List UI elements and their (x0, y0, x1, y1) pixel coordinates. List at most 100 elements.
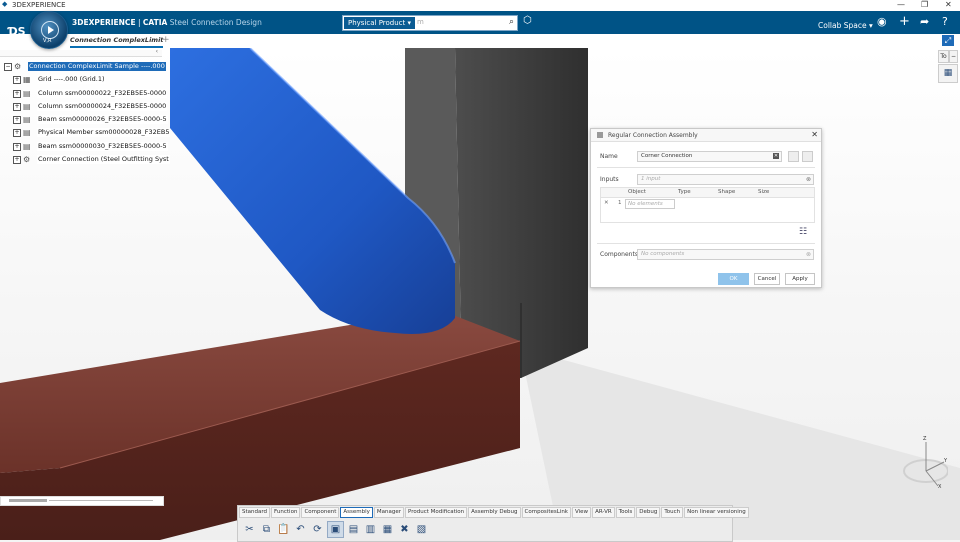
connection-tool-icon[interactable]: ▣ (327, 521, 344, 538)
table-header: Object Type Shape Size (601, 188, 814, 198)
share-icon[interactable]: ➦ (920, 15, 929, 28)
joint-tool-icon[interactable]: ▧ (414, 522, 429, 537)
scrollbar-track (49, 500, 153, 501)
scrollbar-thumb[interactable] (9, 499, 47, 502)
ok-button[interactable]: OK (718, 273, 749, 285)
expand-icon[interactable]: + (13, 142, 21, 151)
tab-tools[interactable]: Tools (615, 507, 636, 518)
plate-tool-icon[interactable]: ▦ (380, 522, 395, 537)
search-scope-dropdown[interactable]: Physical Product ▾ (344, 17, 416, 29)
action-bar: Standard Function Component Assembly Manager… (237, 505, 749, 542)
update-icon[interactable]: ⟳ (310, 522, 325, 537)
dialog-title-bar[interactable]: Regular Connection Assembly ✕ (591, 129, 821, 142)
tab-connection-complexlimit[interactable]: Connection ComplexLimit (70, 36, 164, 48)
edit-table-icon[interactable]: ☷ (799, 227, 807, 237)
expand-icon[interactable]: ⤢ (942, 35, 954, 46)
tag-icon[interactable]: ⬡ (523, 15, 532, 26)
tab-compositeslink[interactable]: CompositesLink (521, 507, 571, 518)
tab-function[interactable]: Function (271, 507, 301, 518)
tab-view[interactable]: View (572, 507, 592, 518)
tree-label-physical-member[interactable]: Physical Member ssm00000028_F32EB5 (37, 128, 171, 138)
table-row[interactable]: ✕ 1 No elements (601, 199, 814, 209)
expand-icon[interactable]: + (13, 76, 21, 85)
name-field-value: Corner Connection (641, 153, 693, 159)
tree-label-column-1[interactable]: Column ssm00000022_F32EB5E5-0000 (37, 88, 168, 98)
name-field[interactable]: Corner Connection ✕ (637, 151, 782, 162)
row-object-field[interactable]: No elements (625, 199, 675, 209)
tab-debug[interactable]: Debug (636, 507, 661, 518)
tab-manager[interactable]: Manager (373, 507, 404, 518)
col-shape: Shape (718, 189, 736, 195)
tab-ar-vr[interactable]: AR-VR (592, 507, 615, 518)
copy-icon[interactable]: ⧉ (259, 522, 274, 537)
add-icon[interactable]: + (899, 14, 910, 29)
tab-product-modification[interactable]: Product Modification (405, 507, 468, 518)
tab-bar: Connection ComplexLimit + ⤢ (0, 34, 960, 49)
axis-compass[interactable]: Z Y X (898, 436, 949, 490)
side-panel-tab[interactable]: To (938, 50, 949, 63)
dialog-close-icon[interactable]: ✕ (811, 130, 818, 139)
tree-label-root[interactable]: Connection ComplexLimit Sample ----.000 (28, 62, 166, 71)
copy-icon[interactable] (802, 151, 813, 162)
tree-collapse-bar[interactable]: ‹ (0, 48, 162, 57)
expand-icon[interactable]: + (13, 102, 21, 111)
tab-non-linear-versioning[interactable]: Non linear versioning (684, 507, 749, 518)
tab-component[interactable]: Component (301, 507, 340, 518)
tree-label-column-2[interactable]: Column ssm00000024_F32EB5E5-0000 (37, 101, 168, 111)
tree-label-beam-1[interactable]: Beam ssm00000026_F32EB5E5-0000-5 (37, 115, 168, 125)
product-icon: ⚙ (14, 62, 22, 71)
assembly-tool-icon[interactable]: ▤ (346, 522, 361, 537)
expand-icon[interactable]: + (13, 156, 21, 165)
paste-icon[interactable]: 📋 (276, 522, 291, 537)
expand-icon[interactable]: + (13, 89, 21, 98)
name-options-icon[interactable] (788, 151, 799, 162)
name-label: Name (600, 153, 618, 160)
axis-y-label: Y (944, 458, 948, 464)
brand-app: CATIA (142, 18, 168, 27)
apply-button[interactable]: Apply (785, 273, 815, 285)
collab-space-dropdown[interactable]: Collab Space ▾ (818, 21, 873, 30)
collapse-icon[interactable]: − (4, 63, 12, 71)
app-small-icon: ◆ (2, 0, 8, 8)
tree-label-grid[interactable]: Grid ----.000 (Grid.1) (37, 75, 106, 85)
side-panel-close[interactable]: − (949, 50, 958, 63)
side-panel-tool-icon[interactable]: ▦ (938, 64, 958, 83)
expand-icon[interactable]: + (13, 129, 21, 138)
cancel-button[interactable]: Cancel (754, 273, 780, 285)
user-avatar-icon[interactable]: ◉ (877, 15, 887, 28)
axis-x-label: X (938, 484, 942, 490)
undo-icon[interactable]: ↶ (293, 522, 308, 537)
compass-widget[interactable]: V,R (30, 11, 68, 49)
minimize-button[interactable]: — (897, 0, 905, 9)
tree-horizontal-scrollbar[interactable] (0, 496, 164, 506)
inputs-clear-icon[interactable]: ⊗ (806, 175, 811, 184)
tree-label-beam-2[interactable]: Beam ssm00000030_F32EB5E5-0000-5 (37, 141, 168, 151)
brand-title: 3DEXPERIENCE | CATIA Steel Connection De… (72, 18, 262, 27)
tab-assembly[interactable]: Assembly (340, 507, 373, 518)
search-input[interactable]: m (417, 18, 424, 26)
row-object-value: No elements (628, 201, 663, 207)
row-remove-icon[interactable]: ✕ (604, 200, 609, 206)
inputs-field[interactable]: 1 input ⊗ (637, 174, 814, 185)
tab-touch[interactable]: Touch (661, 507, 684, 518)
components-clear-icon[interactable]: ⊗ (806, 250, 811, 259)
expand-icon[interactable]: + (13, 116, 21, 125)
close-window-button[interactable]: ✕ (945, 0, 952, 9)
play-icon[interactable] (41, 21, 59, 39)
search-icon[interactable]: ⌕ (509, 17, 514, 27)
new-tab-plus-icon[interactable]: + (162, 35, 170, 45)
components-placeholder: No components (641, 251, 685, 257)
components-field[interactable]: No components ⊗ (637, 249, 814, 260)
clear-name-icon[interactable]: ✕ (773, 153, 779, 159)
tab-assembly-debug[interactable]: Assembly Debug (468, 507, 521, 518)
tree-collapse-icon[interactable]: ‹ (156, 48, 158, 55)
tab-standard[interactable]: Standard (239, 507, 271, 518)
help-icon[interactable]: ? (942, 15, 948, 28)
tree-label-corner-connection[interactable]: Corner Connection (Steel Outfitting Syst (37, 155, 170, 165)
cross-tool-icon[interactable]: ✖ (397, 522, 412, 537)
maximize-button[interactable]: ❐ (921, 0, 928, 9)
cut-icon[interactable]: ✂ (242, 522, 257, 537)
member-tool-icon[interactable]: ▥ (363, 522, 378, 537)
search-box[interactable]: Physical Product ▾ m ⌕ (342, 15, 518, 31)
dialog-title: Regular Connection Assembly (608, 132, 698, 139)
